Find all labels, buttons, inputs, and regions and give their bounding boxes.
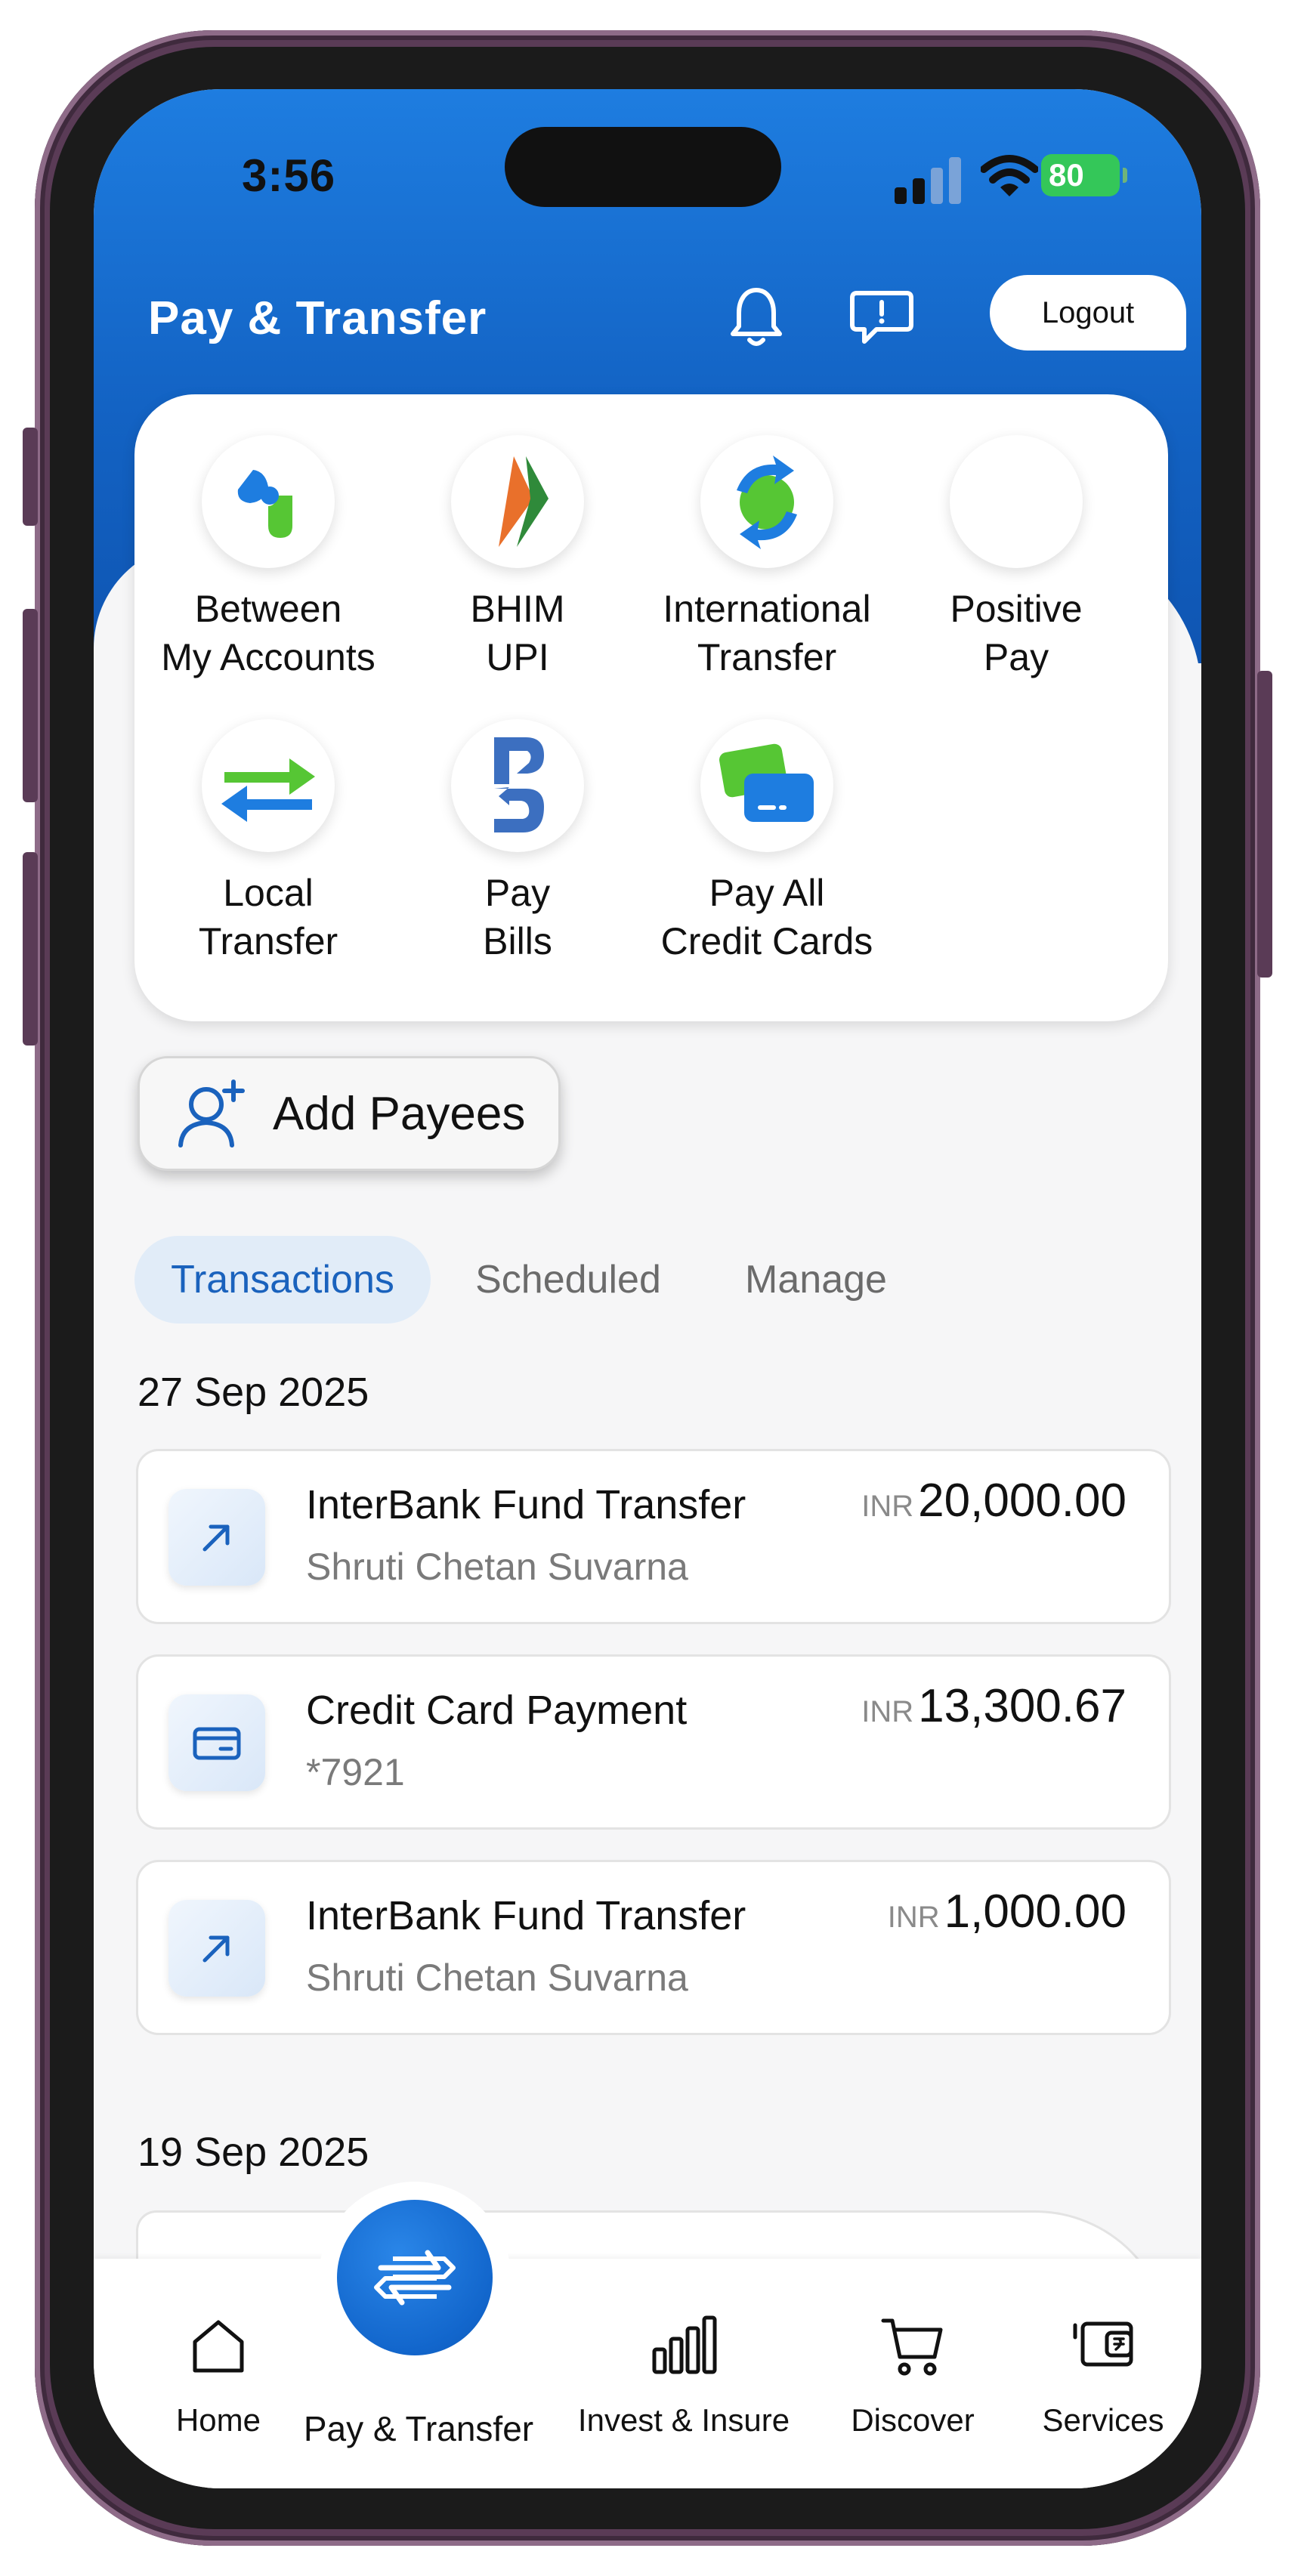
quick-action-positive-pay[interactable]: Positive Pay [892,435,1141,681]
nav-invest-insure[interactable]: Invest & Insure [559,2259,808,2488]
page-title: Pay & Transfer [148,292,487,344]
home-icon [193,2320,244,2373]
chat-icon[interactable] [848,283,916,351]
transaction-title: InterBank Fund Transfer [306,1482,746,1527]
transaction-title: Credit Card Payment [306,1688,688,1733]
side-button-volume-up [23,609,38,802]
transaction-subtitle: Shruti Chetan Suvarna [306,1546,688,1588]
quick-action-label: Local Transfer [198,872,338,962]
dynamic-island [505,127,781,207]
bhim-upi-icon [451,435,584,568]
side-button-power [1257,671,1272,978]
side-button-volume-down [23,852,38,1046]
nav-services[interactable]: Services [1020,2259,1186,2488]
app-screen: 3:56 80 Pay & Transfer Logout Between My… [94,89,1201,2488]
transaction-amount: INR13,300.67 [861,1679,1127,1733]
quick-action-between-accounts[interactable]: Between My Accounts [144,435,393,681]
status-time: 3:56 [242,150,336,201]
nav-home[interactable]: Home [139,2259,298,2488]
cart-icon [881,2318,943,2376]
nav-label: Pay & Transfer [303,2409,534,2448]
amount-value: 20,000.00 [918,1475,1127,1527]
credit-cards-icon [700,719,833,852]
wifi-icon [981,155,1038,196]
amount-value: 13,300.67 [918,1680,1127,1732]
credit-card-icon [168,1694,265,1791]
transaction-subtitle: Shruti Chetan Suvarna [306,1957,688,1999]
transaction-row[interactable]: Credit Card Payment *7921 INR13,300.67 [136,1654,1171,1830]
quick-action-pay-bills[interactable]: Pay Bills [393,719,642,965]
currency-code: INR [861,1490,914,1523]
tab-scheduled[interactable]: Scheduled [444,1236,692,1324]
bell-icon[interactable] [722,283,790,351]
transaction-subtitle: *7921 [306,1751,405,1793]
amount-value: 1,000.00 [944,1886,1127,1938]
transaction-amount: INR1,000.00 [888,1885,1127,1938]
nav-label: Home [175,2402,261,2438]
bar-chart-icon [652,2315,717,2374]
nav-label: Invest & Insure [577,2402,790,2438]
tab-manage[interactable]: Manage [712,1236,920,1324]
tab-transactions[interactable]: Transactions [134,1236,431,1324]
quick-action-label: BHIM UPI [470,588,565,678]
arrow-up-right-icon [168,1900,265,1997]
date-header: 19 Sep 2025 [138,2130,369,2175]
quick-action-label: Pay Bills [483,872,552,962]
transaction-row[interactable]: InterBank Fund Transfer Shruti Chetan Su… [136,1860,1171,2035]
add-user-icon [178,1080,245,1147]
nav-discover[interactable]: Discover [830,2259,996,2488]
side-button-action [23,428,38,526]
international-transfer-icon [700,435,833,568]
bottom-navigation: Home Pay & Transfer Invest & Insure Disc… [94,2259,1201,2488]
quick-action-label: International Transfer [663,588,871,678]
pay-bills-icon [451,719,584,852]
quick-action-local-transfer[interactable]: Local Transfer [144,719,393,965]
quick-action-international-transfer[interactable]: International Transfer [642,435,892,681]
pay-transfer-fab[interactable] [337,2200,493,2355]
date-header: 27 Sep 2025 [138,1370,369,1415]
services-wallet-icon [1073,2321,1133,2367]
battery-indicator: 80 [1041,154,1127,196]
currency-code: INR [887,1901,940,1934]
between-accounts-icon [202,435,335,568]
transaction-row[interactable]: InterBank Fund Transfer Shruti Chetan Su… [136,1449,1171,1624]
transaction-title: InterBank Fund Transfer [306,1893,746,1938]
local-transfer-icon [202,719,335,852]
quick-action-label: Between My Accounts [161,588,376,678]
positive-pay-icon [950,435,1083,568]
quick-actions-card: Between My Accounts BHIM UPI Internation… [134,394,1168,1021]
nav-label: Discover [851,2402,975,2438]
quick-action-bhim-upi[interactable]: BHIM UPI [393,435,642,681]
transfer-arrows-icon [374,2250,456,2306]
arrow-up-right-icon [168,1489,265,1586]
nav-label: Services [1042,2402,1164,2438]
add-payees-button[interactable]: Add Payees [138,1056,561,1171]
quick-action-label: Pay All Credit Cards [660,872,873,962]
cellular-signal-icon [895,157,961,204]
transaction-amount: INR20,000.00 [861,1474,1127,1527]
logout-button[interactable]: Logout [990,275,1186,351]
quick-action-label: Positive Pay [950,588,1083,678]
battery-level: 80 [1049,157,1084,193]
currency-code: INR [861,1695,914,1728]
add-payees-label: Add Payees [273,1087,526,1140]
quick-action-credit-cards[interactable]: Pay All Credit Cards [642,719,892,965]
